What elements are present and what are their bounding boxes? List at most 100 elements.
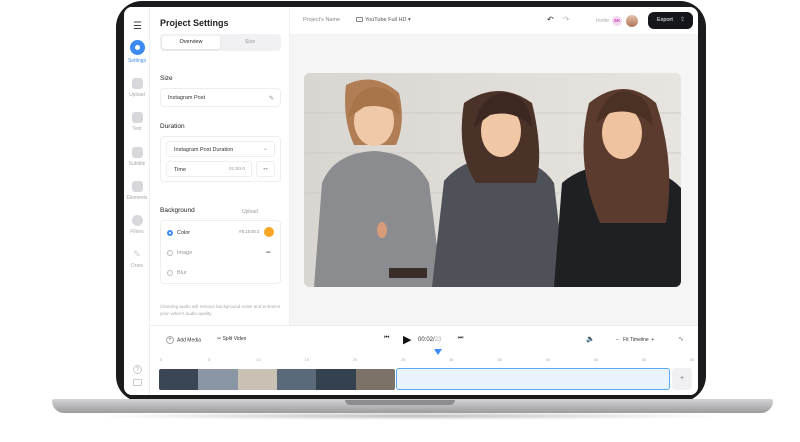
tab-size[interactable]: Size: [221, 36, 279, 49]
elements-icon: [131, 181, 143, 192]
keyboard-icon[interactable]: [133, 379, 142, 386]
three-women-photo: [304, 73, 681, 287]
timeline-tick-label: 40: [545, 357, 550, 362]
skip-forward-icon[interactable]: ⏭: [458, 335, 463, 342]
sidebar-item-label: Elements: [126, 195, 148, 201]
pencil-icon: ✎: [133, 249, 141, 259]
split-video-label: Split Video: [222, 336, 247, 342]
duration-select[interactable]: Instagram Post Duration ⌄: [166, 141, 275, 157]
export-button[interactable]: Export ⇪: [648, 12, 693, 29]
clip-thumbnail: [276, 369, 317, 390]
color-swatch[interactable]: [264, 227, 274, 237]
sidebar-item-label: Settings: [127, 58, 147, 64]
upload-link[interactable]: Upload: [242, 209, 258, 215]
clip-thumbnail: [159, 369, 199, 390]
image-radio[interactable]: [167, 250, 173, 256]
sidebar-item-label: Upload: [129, 92, 145, 98]
background-heading: Background: [160, 207, 195, 214]
play-icon[interactable]: ▶: [403, 333, 411, 346]
image-option-label: Image: [177, 250, 193, 256]
clip-thumbnail: [198, 369, 238, 390]
timeline-tick-label: 45: [593, 357, 599, 362]
add-media-button[interactable]: + Add Media: [166, 336, 201, 344]
laptop-frame: ☰ Settings Upload Text Subtitle Elements: [0, 0, 800, 442]
sidebar-item-label: Filters: [130, 229, 144, 235]
project-name[interactable]: Project's Name: [303, 17, 340, 23]
add-media-label: Add Media: [177, 337, 201, 344]
sidebar-item-label: Text: [132, 126, 142, 132]
timeline-tick-label: 0: [160, 357, 163, 362]
sidebar-item-settings[interactable]: Settings: [124, 40, 150, 64]
video-clip-track[interactable]: [159, 369, 395, 390]
transport-bar: + Add Media ✂ Split Video ⏮ ▶ 00:02/23 ⏭ …: [150, 325, 698, 351]
time-input[interactable]: Time 01:00.0: [166, 161, 252, 177]
sidebar-item-filters[interactable]: Filters: [124, 215, 150, 235]
skip-back-icon[interactable]: ⏮: [384, 335, 389, 342]
help-icon[interactable]: ?: [133, 365, 142, 374]
sidebar-item-label: Subtitle: [128, 161, 146, 167]
size-heading: Size: [160, 75, 173, 82]
drop-zone[interactable]: [396, 368, 670, 390]
top-bar: Project's Name YouTube Full HD ▾ ↶ ↷ Inv…: [290, 7, 698, 35]
settings-panel: Project Settings Overview Size Size Inst…: [150, 7, 290, 325]
playhead-marker[interactable]: [434, 349, 442, 355]
sidebar-item-text[interactable]: Text: [124, 112, 150, 132]
sidebar-item-draw[interactable]: ✎ Draw: [124, 249, 150, 269]
undo-icon[interactable]: ↶: [547, 15, 554, 24]
export-upload-icon: ⇪: [679, 17, 685, 23]
clip-thumbnail: [316, 369, 356, 390]
duration-heading: Duration: [160, 123, 185, 130]
zoom-control[interactable]: − Fit Timeline +: [616, 337, 654, 343]
cloud-upload-icon[interactable]: ☁: [265, 248, 271, 255]
avatar[interactable]: [626, 15, 638, 27]
zoom-label: Fit Timeline: [623, 337, 649, 343]
settings-icon: [129, 40, 145, 55]
timeline-tick-label: 10: [256, 357, 261, 362]
time-label: Time: [174, 167, 187, 173]
background-options: Color #E1E0E3 Image ☁ Blur: [160, 220, 281, 284]
redo-icon[interactable]: ↷: [563, 15, 570, 24]
sidebar-item-elements[interactable]: Elements: [124, 181, 150, 201]
add-clip-button[interactable]: +: [672, 368, 692, 390]
blur-radio[interactable]: [167, 270, 173, 276]
timeline-tick-label: 35: [497, 357, 502, 362]
sidebar-item-label: Draw: [131, 263, 143, 269]
swap-arrows-button[interactable]: ↔: [256, 161, 275, 177]
timeline: 0 5 10 15 20 25 30 35 40 45 50 55 +: [150, 349, 698, 395]
sidebar-item-upload[interactable]: Upload: [124, 78, 150, 98]
laptop-shadow: [90, 412, 730, 420]
menu-icon[interactable]: ☰: [133, 21, 142, 32]
duration-box: Instagram Post Duration ⌄ Time 01:00.0 ↔: [160, 136, 281, 182]
color-radio[interactable]: [167, 230, 173, 236]
sidebar-item-subtitle[interactable]: Subtitle: [124, 147, 150, 167]
size-field[interactable]: Instagram Post ✎: [160, 88, 281, 107]
duration-select-value: Instagram Post Duration: [174, 147, 234, 153]
current-frames: 23: [434, 337, 442, 343]
invite-link[interactable]: Invite: [596, 18, 609, 24]
blur-option-label: Blur: [177, 270, 187, 276]
waveform-icon[interactable]: ∿: [678, 335, 684, 343]
video-canvas: [290, 35, 698, 325]
upload-icon: [131, 78, 143, 89]
clip-thumbnail: [237, 369, 277, 390]
audio-note: Cleaning audio will remove background no…: [160, 304, 281, 316]
timeline-tick-label: 25: [400, 357, 406, 362]
text-icon: [131, 112, 143, 123]
chevron-down-icon: ⌄: [262, 146, 268, 152]
split-video-button[interactable]: ✂ Split Video: [217, 336, 246, 342]
current-time-value: 00:02: [418, 337, 434, 343]
timeline-tick-label: 55: [690, 357, 695, 362]
timeline-tick-label: 5: [208, 357, 211, 362]
size-value: Instagram Post: [168, 95, 205, 101]
current-time: 00:02/23: [418, 337, 442, 343]
video-preview-image[interactable]: [304, 73, 681, 287]
tab-overview[interactable]: Overview: [162, 36, 220, 49]
color-option-label: Color: [177, 230, 191, 236]
resolution-select[interactable]: YouTube Full HD ▾: [356, 17, 411, 23]
avatar-initials[interactable]: SK: [612, 16, 622, 26]
timeline-tick-label: 15: [304, 357, 309, 362]
time-value: 01:00.0: [228, 167, 245, 172]
monitor-icon: [356, 17, 363, 23]
volume-icon[interactable]: 🔈: [586, 335, 595, 343]
edit-pencil-icon[interactable]: ✎: [269, 95, 274, 102]
